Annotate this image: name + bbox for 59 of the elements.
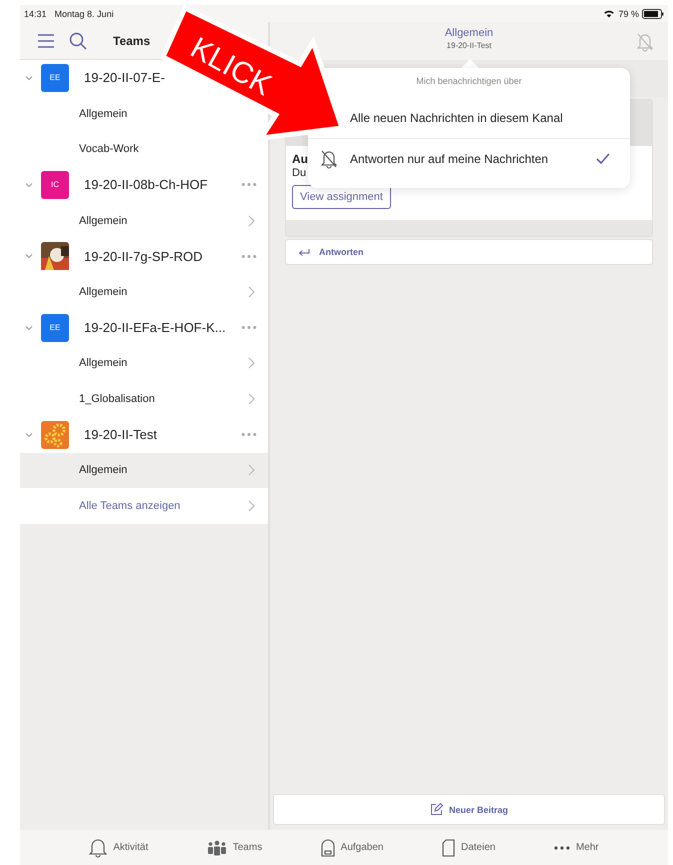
sidebar-title: Teams — [113, 34, 150, 48]
popover-heading: Mich benachrichtigen über — [416, 76, 522, 86]
edit-icon — [430, 803, 443, 816]
post-title: Au — [292, 152, 308, 166]
more-icon — [554, 846, 570, 850]
muted-bell-icon[interactable] — [636, 32, 654, 52]
team-name[interactable]: 19-20-II-08b-Ch-HOF — [84, 177, 208, 192]
bell-icon — [89, 838, 108, 858]
tab-item[interactable]: Dateien — [442, 838, 496, 856]
tab-item[interactable]: Aufgaben — [320, 838, 384, 858]
chevron-down-icon[interactable] — [25, 74, 33, 82]
option-label[interactable]: Antworten nur auf meine Nachrichten — [350, 152, 548, 166]
more-icon[interactable] — [241, 325, 257, 330]
menu-icon[interactable] — [37, 34, 55, 48]
team-subtitle: 19-20-II-Test — [446, 41, 492, 50]
due-text: Du — [292, 167, 306, 179]
chevron-down-icon[interactable] — [25, 430, 33, 439]
muted-bell-icon — [320, 148, 338, 168]
channel-name[interactable]: Allgemein — [79, 464, 128, 476]
battery-percentage: 79 % — [618, 8, 639, 18]
team-name[interactable]: 19-20-II-Test — [84, 427, 157, 442]
view-assignment-button[interactable]: View assignment — [292, 185, 391, 209]
channel-title: Allgemein — [444, 27, 494, 39]
reply-bar[interactable]: Antworten — [285, 239, 653, 265]
reply-icon — [298, 248, 310, 256]
chevron-down-icon[interactable] — [25, 180, 33, 189]
team-name[interactable]: 19-20-II-7g-SP-ROD — [84, 248, 202, 264]
people-icon — [206, 840, 227, 856]
wifi-icon — [603, 9, 616, 18]
document-icon — [442, 838, 455, 856]
team-avatar: IC — [41, 170, 69, 199]
chevron-down-icon[interactable] — [25, 324, 33, 332]
more-icon[interactable] — [241, 182, 257, 188]
status-date: Montag 8. Juni — [54, 8, 114, 18]
all-teams-link[interactable]: Alle Teams anzeigen — [79, 500, 180, 512]
backpack-icon — [320, 838, 335, 858]
team-avatar: EE — [41, 64, 69, 92]
more-icon[interactable] — [241, 432, 257, 438]
tab-item[interactable]: Mehr — [554, 842, 599, 853]
more-icon[interactable] — [241, 254, 257, 259]
team-avatar: EE — [41, 314, 69, 342]
chevron-right-icon — [248, 500, 255, 512]
search-icon[interactable] — [69, 32, 87, 50]
channel-name[interactable]: Allgemein — [79, 286, 128, 298]
status-time: 14:31 — [24, 8, 47, 18]
chevron-down-icon[interactable] — [25, 252, 33, 260]
battery-icon — [642, 8, 664, 18]
tab-item[interactable]: Aktivität — [89, 838, 148, 858]
channel-name[interactable]: Allgemein — [79, 214, 128, 227]
channel-name[interactable]: 1_Globalisation — [79, 393, 155, 406]
reply-label: Antworten — [319, 247, 364, 257]
channel-name[interactable]: Allgemein — [79, 108, 128, 120]
new-post-button[interactable]: Neuer Beitrag — [273, 794, 665, 825]
tab-item[interactable]: Teams — [206, 840, 262, 856]
channel-name[interactable]: Allgemein — [79, 357, 128, 370]
team-name[interactable]: 19-20-II-EFa-E-HOF-K... — [84, 320, 226, 336]
option-label[interactable]: Alle neuen Nachrichten in diesem Kanal — [350, 111, 563, 125]
channel-name[interactable]: Vocab-Work — [79, 143, 139, 156]
team-name[interactable]: 19-20-II-07-E- — [84, 70, 165, 86]
